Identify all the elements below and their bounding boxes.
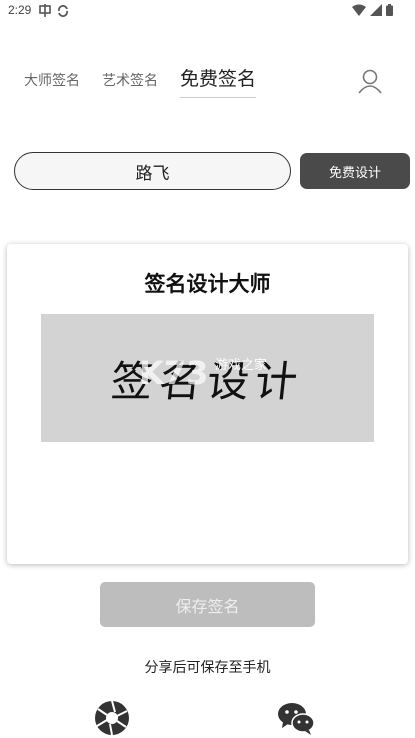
status-bar: 2:29 (0, 0, 415, 24)
notification-icon (39, 4, 51, 17)
status-time: 2:29 (8, 3, 32, 17)
status-right-icons (352, 4, 393, 16)
wechat-moments-icon (95, 700, 129, 736)
status-left-icons (38, 4, 70, 18)
card-title: 签名设计大师 (144, 272, 271, 296)
svg-text:K73: K73 (139, 354, 208, 392)
battery-icon (386, 4, 393, 16)
signature-card: 签名设计大师 签名设计 K73 游戏之家 (7, 244, 408, 564)
signal-icon (370, 4, 382, 16)
wifi-icon (352, 4, 366, 16)
name-input[interactable] (14, 152, 291, 190)
tab-master-signature[interactable]: 大师签名 (24, 70, 80, 98)
watermark-text: 游戏之家 (215, 358, 268, 373)
free-design-button[interactable]: 免费设计 (300, 153, 410, 189)
share-moments-button[interactable] (93, 699, 131, 737)
profile-button[interactable] (353, 65, 387, 99)
wechat-icon (278, 703, 315, 735)
share-hint: 分享后可保存至手机 (144, 660, 271, 676)
signature-tabs: 大师签名 艺术签名 免费签名 (24, 64, 257, 98)
user-icon (358, 69, 382, 94)
signature-preview: 签名设计 K73 游戏之家 (41, 314, 374, 442)
tab-art-signature[interactable]: 艺术签名 (102, 70, 158, 98)
tab-free-signature[interactable]: 免费签名 (180, 64, 257, 98)
sync-icon (58, 5, 68, 17)
share-wechat-button[interactable] (277, 700, 315, 736)
save-signature-button[interactable]: 保存签名 (100, 582, 315, 627)
